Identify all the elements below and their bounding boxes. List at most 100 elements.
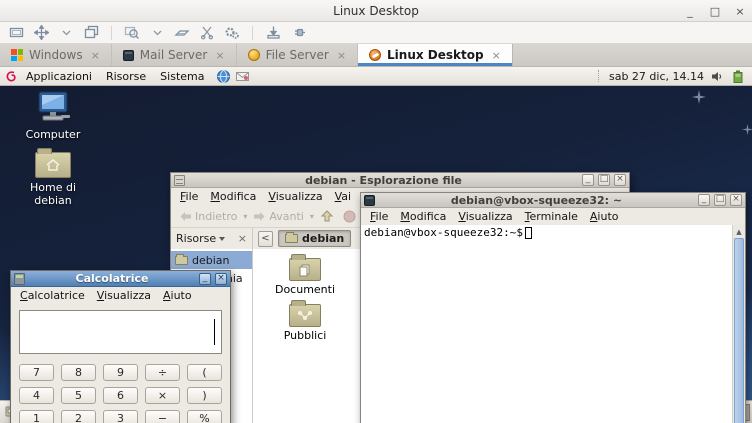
desktop-icon-computer[interactable]: Computer [14, 91, 92, 141]
menu-aiuto[interactable]: Aiuto [157, 289, 198, 302]
tab-close-icon[interactable]: × [215, 49, 224, 62]
back-chevron-icon[interactable]: ▾ [243, 212, 247, 221]
calc-key-3[interactable]: 3 [103, 410, 138, 423]
calc-key-4[interactable]: 4 [19, 387, 54, 404]
calc-key-close-paren[interactable]: ) [187, 387, 222, 404]
fullscreen-icon[interactable] [33, 25, 49, 41]
menu-risorse[interactable]: Risorse [99, 70, 153, 83]
clock[interactable]: sab 27 dic, 14.14 [609, 70, 704, 83]
tab-close-icon[interactable]: × [492, 49, 501, 62]
file-label: Documenti [275, 283, 335, 296]
file-item-documenti[interactable]: Documenti [269, 253, 341, 296]
close-button[interactable]: × [215, 273, 227, 285]
maximize-button[interactable]: □ [598, 174, 610, 186]
panel-launchers [215, 68, 250, 84]
crumb-scroll-left-button[interactable]: < [258, 231, 273, 247]
menu-visualizza[interactable]: Visualizza [91, 289, 157, 302]
up-button[interactable] [317, 209, 337, 224]
close-button[interactable]: × [730, 194, 742, 206]
menu-modifica[interactable]: Modifica [394, 210, 452, 223]
menu-file[interactable]: File [174, 190, 204, 203]
calc-key-6[interactable]: 6 [103, 387, 138, 404]
menu-terminale[interactable]: Terminale [519, 210, 584, 223]
calc-key-multiply[interactable]: × [145, 387, 180, 404]
desktop[interactable]: Computer Home di debian debian - Esplora… [0, 86, 752, 400]
mail-launcher-icon[interactable] [234, 68, 250, 84]
menu-applicazioni[interactable]: Applicazioni [19, 70, 99, 83]
calculator-menubar: Calcolatrice Visualizza Aiuto [11, 287, 230, 304]
scroll-up-icon[interactable]: ▲ [733, 225, 745, 238]
file-manager-titlebar[interactable]: debian - Esplorazione file _ □ × [171, 173, 629, 188]
menu-calcolatrice[interactable]: Calcolatrice [14, 289, 91, 302]
menu-vai[interactable]: Vai [329, 190, 357, 203]
calculator-titlebar[interactable]: Calcolatrice _ × [11, 271, 230, 287]
viewer-tabbar: Windows × Mail Server × File Server × Li… [0, 44, 752, 67]
disconnect-icon[interactable] [290, 25, 306, 41]
sidebar-item-debian[interactable]: debian [171, 251, 252, 269]
menu-sistema[interactable]: Sistema [153, 70, 211, 83]
calc-key-divide[interactable]: ÷ [145, 364, 180, 381]
calculator-window[interactable]: Calcolatrice _ × Calcolatrice Visualizza… [10, 270, 231, 423]
calc-key-open-paren[interactable]: ( [187, 364, 222, 381]
calc-key-percent[interactable]: % [187, 410, 222, 423]
terminal-scrollbar[interactable]: ▲ ▼ [732, 225, 745, 423]
sidebar-close-icon[interactable]: × [238, 232, 247, 245]
stop-button[interactable] [340, 209, 359, 224]
tab-file-server[interactable]: File Server × [237, 44, 358, 66]
breadcrumb[interactable]: debian [278, 230, 351, 247]
maximize-button[interactable]: □ [714, 194, 726, 206]
calc-key-5[interactable]: 5 [61, 387, 96, 404]
tools-icon[interactable] [199, 25, 215, 41]
battery-icon[interactable] [730, 68, 746, 84]
menu-visualizza[interactable]: Visualizza [262, 190, 328, 203]
menu-aiuto[interactable]: Aiuto [584, 210, 625, 223]
minimize-button[interactable]: _ [199, 273, 211, 285]
scrollbar-thumb[interactable] [734, 238, 744, 423]
maximize-button[interactable]: □ [709, 5, 721, 18]
windows-logo-icon [11, 49, 23, 61]
close-button[interactable]: × [614, 174, 626, 186]
calculator-display[interactable] [19, 310, 222, 354]
forward-chevron-icon[interactable]: ▾ [310, 212, 314, 221]
tab-close-icon[interactable]: × [337, 49, 346, 62]
tab-linux-desktop[interactable]: Linux Desktop × [358, 44, 513, 66]
screen-size-icon[interactable] [8, 25, 24, 41]
minimize-button[interactable]: _ [698, 194, 710, 206]
menu-modifica[interactable]: Modifica [204, 190, 262, 203]
switch-tab-icon[interactable] [83, 25, 99, 41]
tab-windows[interactable]: Windows × [0, 44, 112, 66]
viewer-titlebar[interactable]: Linux Desktop _ □ × [0, 0, 752, 22]
settings-icon[interactable] [224, 25, 240, 41]
forward-button[interactable]: Avanti [250, 209, 306, 224]
minimize-button[interactable]: _ [582, 174, 594, 186]
file-item-pubblici[interactable]: Pubblici [269, 299, 341, 342]
file-label: Pubblici [284, 329, 327, 342]
terminal-titlebar[interactable]: debian@vbox-squeeze32: ~ _ □ × [361, 193, 745, 208]
calc-key-9[interactable]: 9 [103, 364, 138, 381]
sidebar-header[interactable]: Risorse × [171, 228, 253, 249]
menu-visualizza[interactable]: Visualizza [452, 210, 518, 223]
chevron-down-icon[interactable] [149, 25, 165, 41]
terminal-output[interactable]: debian@vbox-squeeze32:~$ [361, 225, 745, 423]
close-button[interactable]: × [734, 5, 746, 18]
terminal-window[interactable]: debian@vbox-squeeze32: ~ _ □ × File Modi… [360, 192, 746, 423]
panel-separator [598, 70, 601, 82]
calc-key-7[interactable]: 7 [19, 364, 54, 381]
keyboard-grab-icon[interactable] [174, 25, 190, 41]
debian-logo-icon[interactable] [3, 68, 19, 84]
calc-key-8[interactable]: 8 [61, 364, 96, 381]
screenshot-icon[interactable] [265, 25, 281, 41]
tab-close-icon[interactable]: × [91, 49, 100, 62]
menu-file[interactable]: File [364, 210, 394, 223]
volume-icon[interactable] [709, 68, 725, 84]
minimize-button[interactable]: _ [684, 5, 696, 18]
tab-mail-server[interactable]: Mail Server × [112, 44, 237, 66]
back-button[interactable]: Indietro [176, 209, 240, 224]
calc-key-1[interactable]: 1 [19, 410, 54, 423]
desktop-icon-home[interactable]: Home di debian [14, 144, 92, 207]
browser-launcher-icon[interactable] [215, 68, 231, 84]
calc-key-minus[interactable]: − [145, 410, 180, 423]
chevron-down-icon[interactable] [58, 25, 74, 41]
zoom-icon[interactable] [124, 25, 140, 41]
calc-key-2[interactable]: 2 [61, 410, 96, 423]
